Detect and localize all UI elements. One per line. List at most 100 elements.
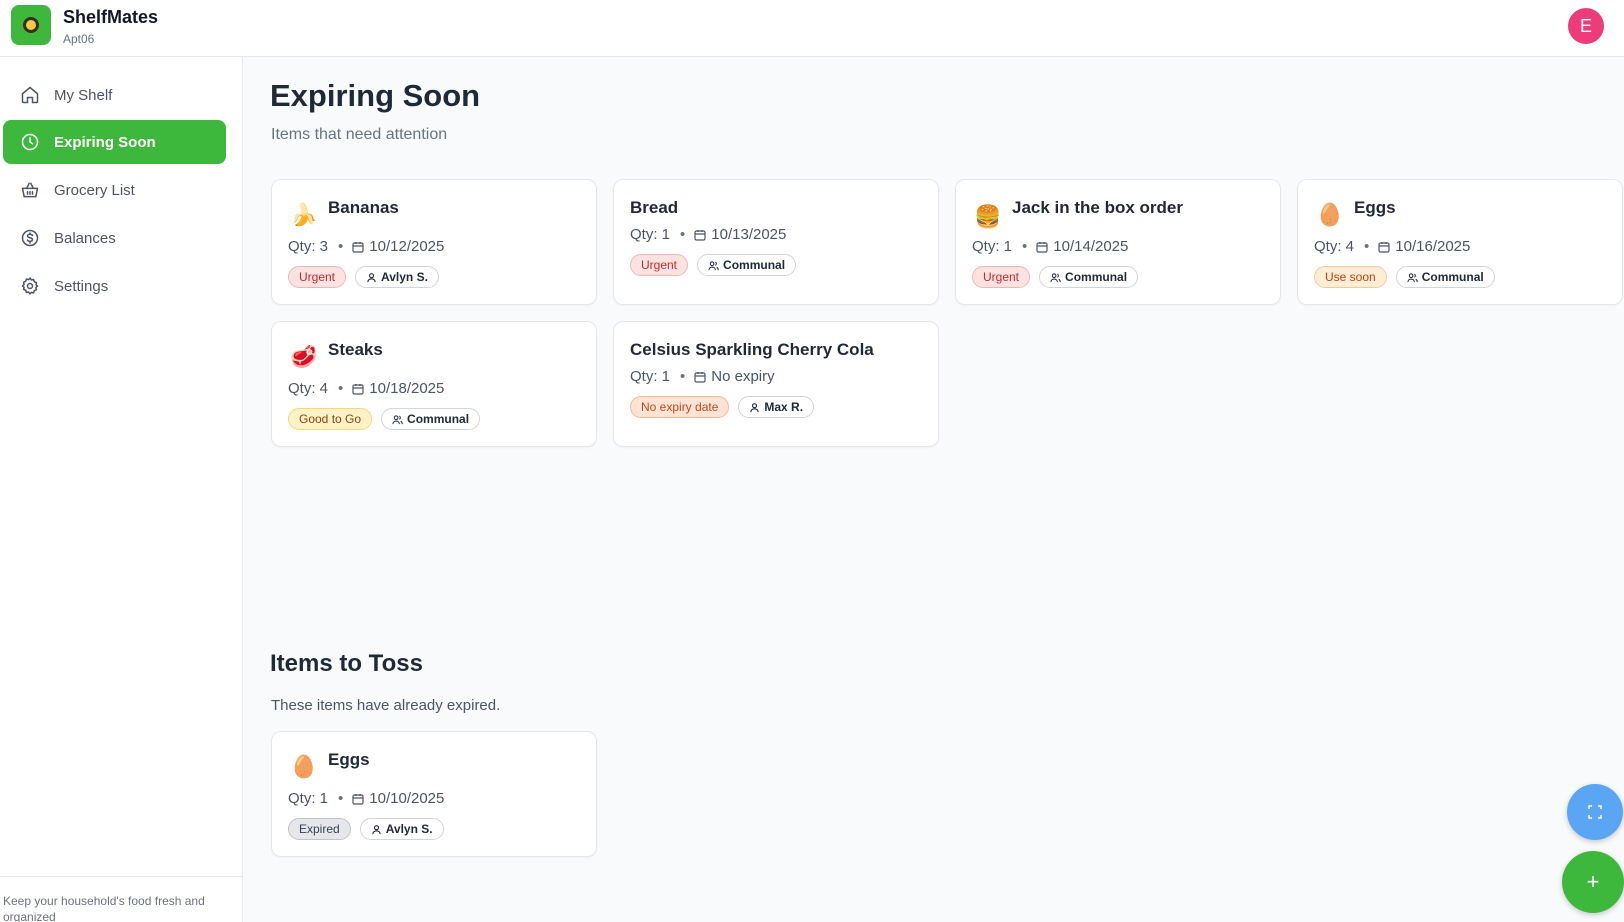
owner-name: Avlyn S. [381,270,428,284]
owner-name: Communal [1065,270,1128,284]
banana-icon: 🍌 [290,202,318,227]
sidebar: My Shelf Expiring Soon Grocery List Bala… [0,57,243,922]
item-card-celsius-cola[interactable]: Celsius Sparkling Cherry Cola Qty: 1 • No… [613,321,939,447]
owner-badge: Communal [1395,266,1495,288]
calendar-icon [1036,241,1048,253]
item-badges: Use soon Communal [1314,266,1495,288]
group-icon [1407,272,1418,282]
burger-icon: 🍔 [974,204,1002,229]
add-item-button[interactable]: + [1562,851,1624,913]
item-name: Eggs [328,750,370,769]
calendar-icon [352,241,364,253]
item-card-bread[interactable]: Bread Qty: 1 • 10/13/2025 Urgent Communal [613,179,939,305]
app-name: ShelfMates [63,7,159,27]
page-subtitle: Items that need attention [271,126,448,143]
item-name: Jack in the box order [1012,198,1183,217]
status-badge: Urgent [630,254,689,276]
item-qty: Qty: 4 [288,380,329,397]
owner-badge: Communal [1039,266,1139,288]
sidebar-item-expiring-soon[interactable]: Expiring Soon [3,120,226,164]
item-name: Eggs [1354,198,1396,217]
basket-icon [19,179,41,201]
owner-badge: Avlyn S. [359,818,444,840]
owner-name: Max R. [764,400,804,414]
calendar-icon [352,793,364,805]
owner-name: Communal [407,412,470,426]
item-date: 10/16/2025 [1395,238,1471,255]
item-qty: Qty: 1 [972,238,1013,255]
clock-icon [19,131,41,153]
owner-badge: Communal [381,408,481,430]
item-badges: No expiry date Max R. [630,396,815,418]
sidebar-item-label: My Shelf [54,86,113,104]
item-card-steaks[interactable]: 🥩 Steaks Qty: 4 • 10/18/2025 Good to Go C… [271,321,597,447]
calendar-icon [1378,241,1390,253]
egg-icon: 🥚 [1316,202,1344,227]
item-qty: Qty: 3 [288,238,329,255]
item-name: Steaks [328,340,383,359]
sidebar-item-grocery-list[interactable]: Grocery List [3,168,226,212]
owner-badge: Max R. [738,396,815,418]
sidebar-item-my-shelf[interactable]: My Shelf [3,73,226,117]
scan-button[interactable] [1567,784,1623,840]
item-card-bananas[interactable]: 🍌 Bananas Qty: 3 • 10/12/2025 Urgent Avly… [271,179,597,305]
person-icon [371,824,381,834]
top-bar: ShelfMates Apt06 E [0,0,1624,57]
item-meta: Qty: 3 • 10/12/2025 [288,238,445,255]
person-icon [367,272,376,282]
item-badges: Expired Avlyn S. [288,818,444,840]
item-qty: Qty: 1 [630,368,671,385]
section-title-toss: Items to Toss [270,650,423,677]
item-meta: Qty: 1 • 10/13/2025 [630,226,787,243]
app-logo[interactable] [11,5,51,45]
group-icon [1050,272,1061,282]
item-qty: Qty: 4 [1314,238,1355,255]
group-icon [708,260,719,270]
calendar-icon [694,371,706,383]
steak-icon: 🥩 [290,344,318,369]
item-badges: Urgent Communal [972,266,1139,288]
status-badge: Use soon [1314,266,1387,288]
item-qty: Qty: 1 [288,790,329,807]
sidebar-item-settings[interactable]: Settings [3,264,226,308]
owner-name: Communal [1421,270,1484,284]
item-date: 10/18/2025 [369,380,445,397]
item-badges: Good to Go Communal [288,408,481,430]
item-card-eggs-expired[interactable]: 🥚 Eggs Qty: 1 • 10/10/2025 Expired Avlyn … [271,731,597,857]
item-meta: Qty: 1 • No expiry [630,368,775,385]
status-badge: No expiry date [630,396,730,418]
item-meta: Qty: 4 • 10/18/2025 [288,380,445,397]
sidebar-item-label: Grocery List [54,181,135,199]
user-avatar[interactable]: E [1568,8,1604,44]
sidebar-item-label: Settings [54,277,109,295]
item-badges: Urgent Avlyn S. [288,266,439,288]
owner-name: Avlyn S. [385,822,433,836]
item-name: Bread [630,198,679,217]
section-subtitle-toss: These items have already expired. [271,697,501,714]
item-date: 10/14/2025 [1053,238,1129,255]
egg-icon: 🥚 [290,754,318,779]
item-name: Celsius Sparkling Cherry Cola [630,340,874,359]
sidebar-item-label: Expiring Soon [54,133,156,151]
item-name: Bananas [328,198,399,217]
owner-badge: Communal [697,254,797,276]
status-badge: Urgent [972,266,1031,288]
item-meta: Qty: 1 • 10/10/2025 [288,790,445,807]
logo-icon [23,17,39,33]
status-badge: Expired [288,818,351,840]
item-card-jack-in-the-box[interactable]: 🍔 Jack in the box order Qty: 1 • 10/14/20… [955,179,1281,305]
item-date: No expiry [711,368,775,385]
sidebar-item-balances[interactable]: Balances [3,216,226,260]
sidebar-item-label: Balances [54,229,116,247]
item-qty: Qty: 1 [630,226,671,243]
item-meta: Qty: 4 • 10/16/2025 [1314,238,1471,255]
item-card-eggs[interactable]: 🥚 Eggs Qty: 4 • 10/16/2025 Use soon Commu… [1297,179,1623,305]
item-date: 10/10/2025 [369,790,445,807]
status-badge: Urgent [288,266,347,288]
dollar-circle-icon [19,227,41,249]
status-badge: Good to Go [288,408,373,430]
calendar-icon [694,229,706,241]
household-name: Apt06 [63,32,95,46]
home-icon [19,84,41,106]
item-meta: Qty: 1 • 10/14/2025 [972,238,1129,255]
